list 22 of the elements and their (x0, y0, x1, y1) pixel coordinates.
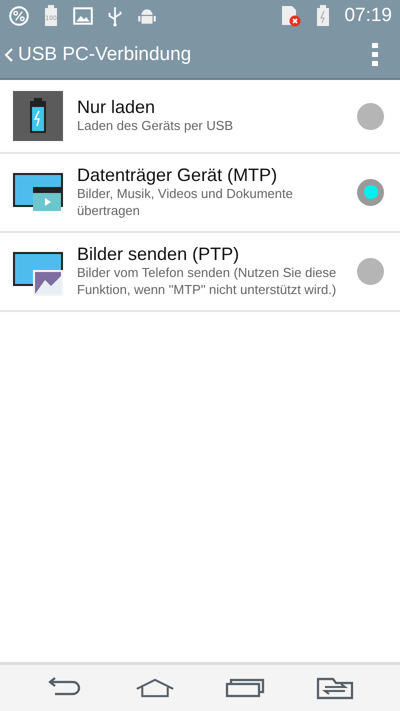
usb-mode-option[interactable]: Bilder senden (PTP) Bilder vom Telefon senden (Nutzen Sie diese Funktion, wenn "MTP" nicht unterstützt wird.) (0, 232, 400, 312)
image-icon (72, 5, 94, 27)
radio-button[interactable] (357, 258, 384, 285)
option-description: Bilder vom Telefon senden (Nutzen Sie diese Funktion, wenn "MTP" nicht unterstützt wird.) (77, 264, 338, 299)
option-title: Bilder senden (PTP) (77, 244, 240, 265)
option-description: Laden des Geräts per USB (77, 118, 234, 135)
option-title: Datenträger Gerät (MTP) (77, 165, 278, 186)
more-options-icon[interactable] (372, 43, 378, 67)
usb-mode-option[interactable]: Nur laden Laden des Geräts per USB (0, 80, 400, 154)
usb-mode-option[interactable]: Datenträger Gerät (MTP) Bilder, Musik, Videos und Dokumente übertragen (0, 154, 400, 233)
option-description: Bilder, Musik, Videos und Dokumente übertragen (77, 186, 294, 220)
dual-window-icon[interactable] (315, 676, 355, 700)
option-title: Nur laden (77, 97, 156, 118)
clock-time: 07:19 (344, 5, 392, 27)
radio-button[interactable] (357, 102, 384, 130)
home-icon[interactable] (135, 676, 175, 700)
percent-icon (8, 5, 30, 27)
sim-card-error-icon (280, 5, 302, 27)
recent-apps-icon[interactable] (225, 676, 265, 700)
chevron-left-icon (4, 47, 14, 63)
battery-charging-icon (13, 91, 63, 141)
radio-button[interactable] (357, 178, 384, 206)
